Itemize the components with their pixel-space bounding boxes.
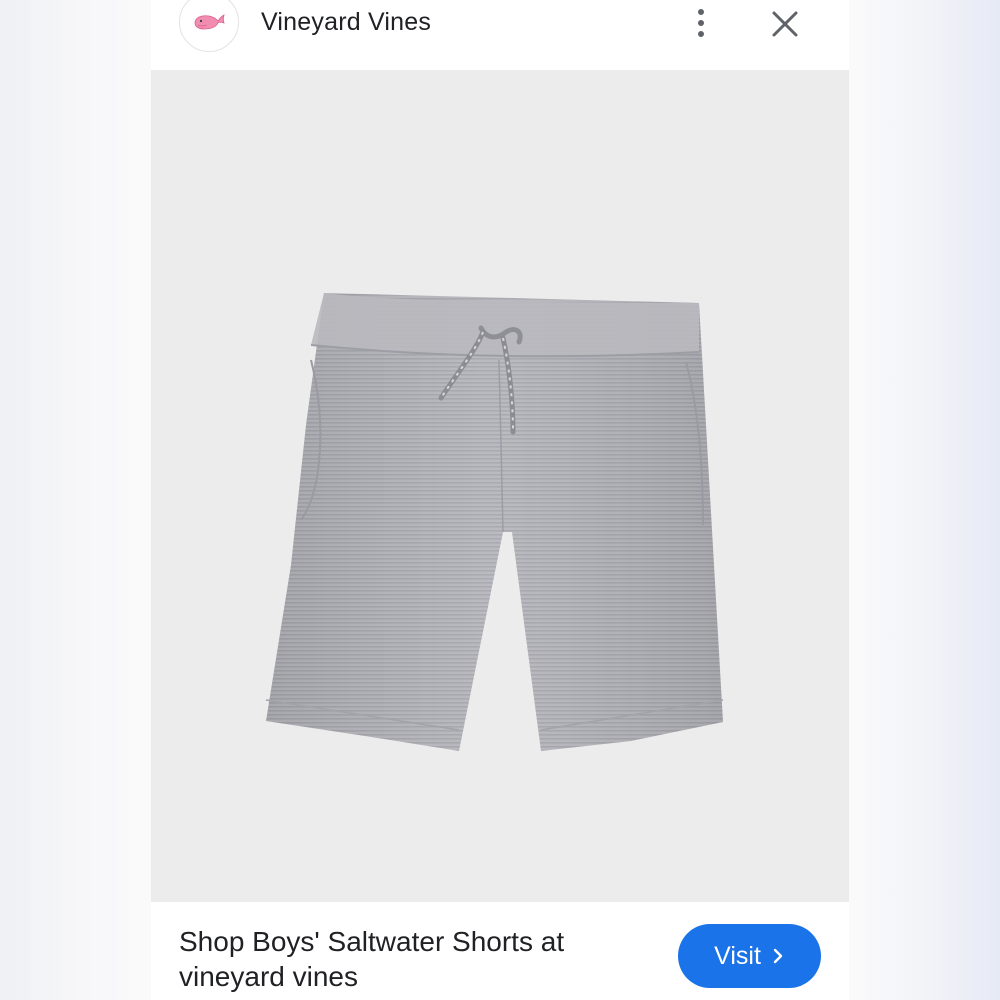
close-button[interactable]	[769, 8, 801, 40]
visit-button-label: Visit	[714, 941, 761, 970]
shorts-image	[265, 293, 724, 751]
product-image[interactable]	[151, 70, 849, 902]
visit-button[interactable]: Visit	[678, 924, 821, 988]
ad-card: Vineyard Vines Shop Boys' Saltwater Shor…	[151, 0, 849, 1000]
ad-header: Vineyard Vines	[151, 0, 849, 70]
brand-avatar[interactable]	[179, 0, 239, 52]
more-vert-icon	[698, 9, 704, 15]
more-vert-icon-dot	[698, 20, 704, 26]
ad-footer: Shop Boys' Saltwater Shorts at vineyard …	[151, 902, 849, 1000]
more-options-button[interactable]	[687, 4, 715, 42]
close-icon	[772, 11, 798, 37]
more-vert-icon-dot	[698, 31, 704, 37]
ad-title[interactable]: Shop Boys' Saltwater Shorts at vineyard …	[179, 924, 649, 994]
chevron-right-icon	[773, 948, 783, 964]
brand-name[interactable]: Vineyard Vines	[261, 8, 431, 37]
pink-whale-logo-icon	[194, 14, 225, 30]
